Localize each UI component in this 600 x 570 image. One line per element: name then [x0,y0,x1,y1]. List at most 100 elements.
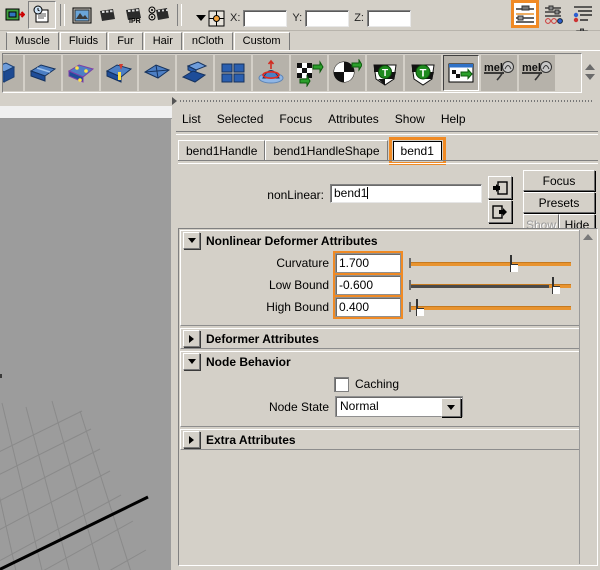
checker-sphere-shelf-item[interactable] [329,55,365,91]
poly-split-shelf-item[interactable] [25,55,61,91]
mel-script-shelf-item-1[interactable]: mel [481,55,517,91]
render-view-icon[interactable] [69,2,95,28]
shelf-scroll-controls[interactable] [582,53,598,91]
shelf-scroll-up-icon[interactable] [585,64,595,70]
node-type-label: nonLinear: [226,188,324,202]
splitter-arrow-icon[interactable] [172,97,177,105]
poly-quadrangulate-shelf-item[interactable] [215,55,251,91]
curvature-slider-start-cap [409,258,411,268]
perspective-viewport[interactable] [0,119,171,570]
svg-text:T: T [420,68,427,80]
attribute-editor-panel: List Selected Focus Attributes Show Help… [174,106,600,570]
shelf-tab-custom[interactable]: Custom [234,32,290,50]
scroll-up-icon[interactable] [583,234,593,240]
mel-script-shelf-item-2[interactable]: mel [519,55,555,91]
coord-x-field[interactable] [243,10,287,27]
node-name-input[interactable]: bend1 [330,184,482,203]
low-bound-slider[interactable] [409,275,575,295]
node-name-row: nonLinear: bend1 Focus Presets Show Hi [178,166,598,224]
poly-extrude-shelf-item[interactable] [177,55,213,91]
section-body-nonlinear: Curvature 1.700 Low Bound -0.600 [181,250,579,325]
checker-text-shelf-item[interactable]: T [405,55,441,91]
attr-row-curvature: Curvature 1.700 [181,253,579,275]
attribute-scroll-area: Nonlinear Deformer Attributes Curvature … [178,228,598,566]
transform-mode-dropdown-icon[interactable] [196,10,225,27]
curvature-slider[interactable] [409,253,575,273]
splitter-grip[interactable] [180,100,594,102]
node-name-value: bend1 [334,186,367,200]
shelf-tab-fluids[interactable]: Fluids [60,32,107,50]
menu-selected[interactable]: Selected [209,111,272,127]
high-bound-slider[interactable] [409,297,575,317]
node-tab-bend1[interactable]: bend1 [393,141,442,161]
ipr-render-icon[interactable]: IPR [121,2,147,28]
expand-chevron-right-icon-2[interactable] [183,431,200,448]
section-header-extra[interactable]: Extra Attributes [181,430,579,449]
coord-y-label: Y: [292,12,302,24]
curvature-label: Curvature [181,256,329,270]
low-bound-slider-handle[interactable] [549,277,559,293]
section-header-nonlinear[interactable]: Nonlinear Deformer Attributes [181,231,579,250]
menu-show[interactable]: Show [387,111,433,127]
coord-z-field[interactable] [367,10,411,27]
panel-splitter[interactable] [0,96,600,106]
copy-tab-icon[interactable] [488,200,512,223]
show-tool-settings-icon[interactable] [541,1,567,27]
presets-button[interactable]: Presets [523,192,595,213]
poly-cube-shelf-item[interactable] [2,55,23,91]
curvature-slider-handle[interactable] [507,255,517,271]
shelf-tab-fur[interactable]: Fur [108,32,143,50]
load-attributes-icon[interactable] [488,176,512,199]
section-header-deformer[interactable]: Deformer Attributes [181,329,579,348]
attr-row-high-bound: High Bound 0.400 [181,297,579,319]
checker-plane-shelf-item[interactable] [291,55,327,91]
caching-checkbox[interactable] [334,377,349,392]
shelf-tab-ncloth[interactable]: nCloth [183,32,233,50]
menu-focus[interactable]: Focus [271,111,320,127]
poly-interactive-split-shelf-item[interactable] [63,55,99,91]
maya-window: IPR [0,0,600,570]
render-settings-icon[interactable] [147,2,173,28]
chevron-down-icon[interactable] [441,398,461,417]
shelf-tab-hair[interactable]: Hair [144,32,182,50]
expand-chevron-right-icon[interactable] [183,330,200,347]
menu-attributes[interactable]: Attributes [320,111,387,127]
collapse-chevron-down-icon-2[interactable] [183,353,200,370]
svg-text:T: T [382,68,388,79]
menu-help[interactable]: Help [433,111,474,127]
menu-list[interactable]: List [176,111,209,127]
render-current-frame-icon[interactable] [95,2,121,28]
attribute-scrollbar[interactable] [579,230,596,564]
low-bound-field[interactable]: -0.600 [335,275,401,295]
soft-modification-shelf-item[interactable] [253,55,289,91]
ncloth-shelf-item[interactable] [443,55,479,91]
high-bound-slider-handle[interactable] [413,299,423,315]
shelf-bar: T T [0,50,600,94]
editor-toggle-group [512,1,596,27]
high-bound-slider-start-cap [409,302,411,312]
curvature-field[interactable]: 1.700 [335,253,401,273]
focus-button[interactable]: Focus [523,170,595,191]
poly-cut-faces-shelf-item[interactable] [101,55,137,91]
section-title-node-behavior: Node Behavior [206,355,291,369]
poly-triangulate-shelf-item[interactable] [139,55,175,91]
toolbar-separator-2 [177,4,182,26]
node-tab-bend1handleshape[interactable]: bend1HandleShape [265,140,387,161]
show-attribute-editor-icon[interactable] [512,1,538,27]
coord-x-label: X: [230,12,240,24]
checker-ball-shelf-item[interactable]: T [367,55,403,91]
node-state-select[interactable]: Normal [335,396,463,417]
section-header-node-behavior[interactable]: Node Behavior [181,352,579,371]
collapse-chevron-down-icon[interactable] [183,232,200,249]
show-channel-box-icon[interactable] [570,1,596,27]
node-tab-bend1handle[interactable]: bend1Handle [178,140,265,161]
curvature-slider-track [409,262,571,266]
shelf-scroll-down-icon[interactable] [585,74,595,80]
shelf-tab-muscle[interactable]: Muscle [6,32,59,50]
high-bound-field[interactable]: 0.400 [335,297,401,317]
attribute-list: Nonlinear Deformer Attributes Curvature … [180,230,580,564]
selection-mask-icon[interactable] [2,2,28,28]
history-icon[interactable] [28,1,56,29]
svg-text:mel: mel [484,62,503,74]
coord-y-field[interactable] [305,10,349,27]
